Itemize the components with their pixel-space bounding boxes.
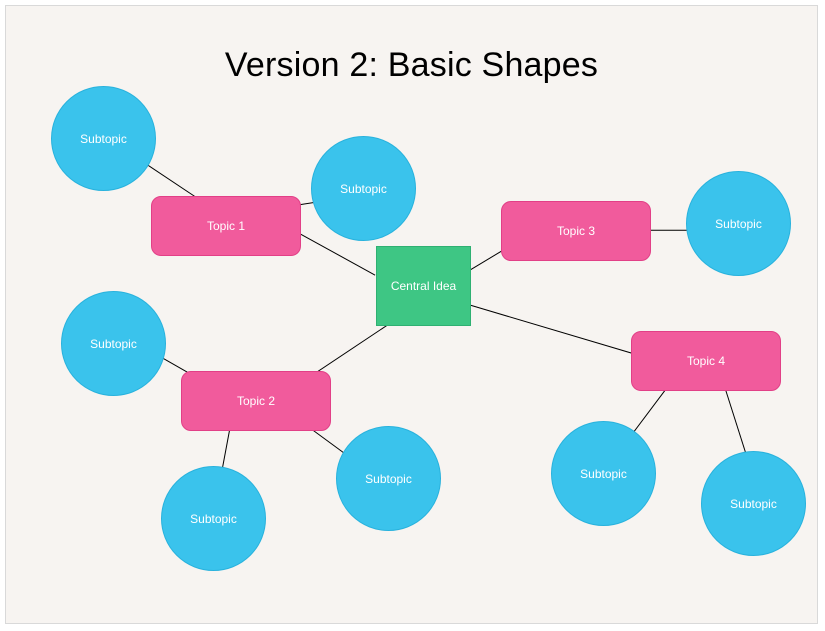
subtopic-node[interactable]: Subtopic: [311, 136, 416, 241]
subtopic-label: Subtopic: [190, 512, 237, 526]
topic-label: Topic 4: [687, 354, 725, 368]
subtopic-node[interactable]: Subtopic: [61, 291, 166, 396]
topic-node-1[interactable]: Topic 1: [151, 196, 301, 256]
topic-label: Topic 2: [237, 394, 275, 408]
topic-node-3[interactable]: Topic 3: [501, 201, 651, 261]
subtopic-node[interactable]: Subtopic: [161, 466, 266, 571]
subtopic-label: Subtopic: [580, 467, 627, 481]
diagram-frame: Version 2: Basic Shapes Central Idea: [5, 5, 818, 624]
central-idea-node[interactable]: Central Idea: [376, 246, 471, 326]
subtopic-label: Subtopic: [365, 472, 412, 486]
topic-node-4[interactable]: Topic 4: [631, 331, 781, 391]
diagram-canvas: Version 2: Basic Shapes Central Idea: [6, 6, 817, 623]
subtopic-node[interactable]: Subtopic: [336, 426, 441, 531]
topic-label: Topic 1: [207, 219, 245, 233]
topic-label: Topic 3: [557, 224, 595, 238]
subtopic-label: Subtopic: [730, 497, 777, 511]
topic-node-2[interactable]: Topic 2: [181, 371, 331, 431]
subtopic-node[interactable]: Subtopic: [51, 86, 156, 191]
subtopic-label: Subtopic: [80, 132, 127, 146]
central-idea-label: Central Idea: [391, 279, 456, 293]
diagram-title: Version 2: Basic Shapes: [6, 46, 817, 85]
subtopic-label: Subtopic: [715, 217, 762, 231]
subtopic-node[interactable]: Subtopic: [701, 451, 806, 556]
subtopic-label: Subtopic: [90, 337, 137, 351]
subtopic-node[interactable]: Subtopic: [551, 421, 656, 526]
subtopic-label: Subtopic: [340, 182, 387, 196]
subtopic-node[interactable]: Subtopic: [686, 171, 791, 276]
